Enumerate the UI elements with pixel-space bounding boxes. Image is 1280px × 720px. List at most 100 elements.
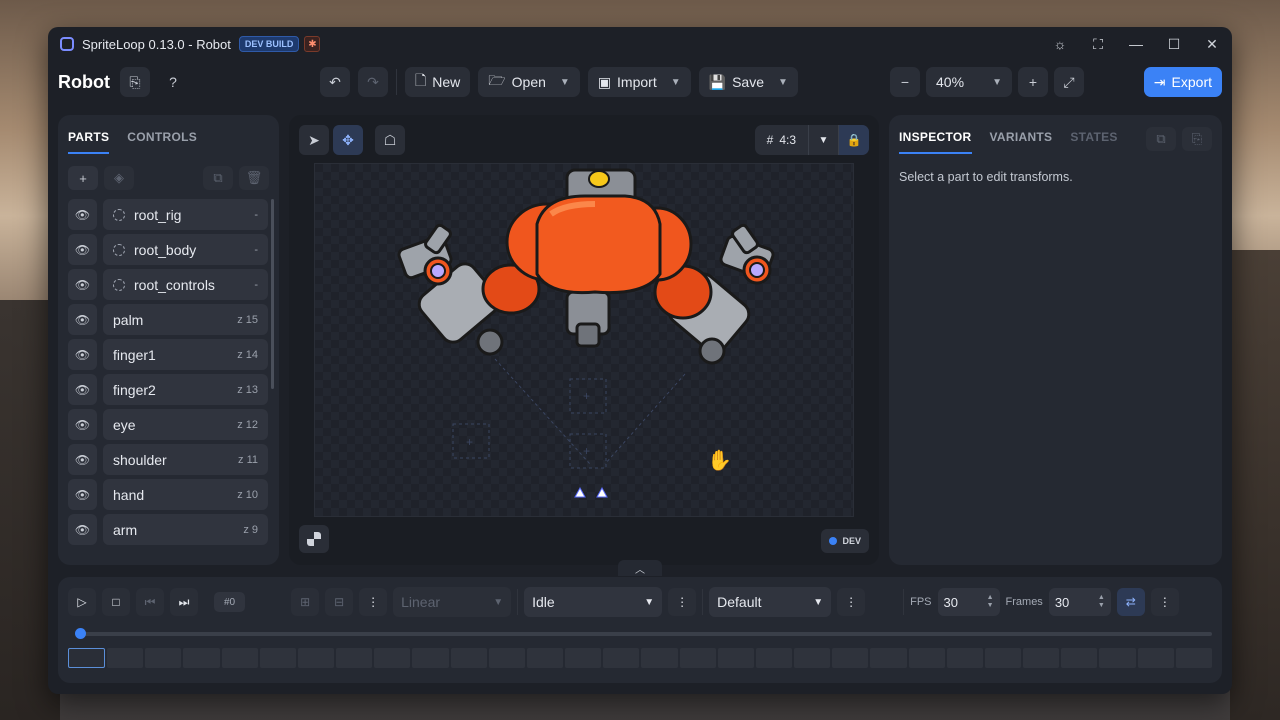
part-item[interactable]: arm z 9 [103, 514, 268, 545]
frame-cell[interactable] [374, 648, 411, 668]
fps-input[interactable]: 30 ▲ ▼ [937, 588, 1000, 616]
aspect-ratio-control[interactable]: #4:3 ▼ 🔒 [754, 125, 869, 155]
zoom-select[interactable]: 40% ▼ [926, 67, 1012, 97]
frame-cell[interactable] [488, 648, 525, 668]
timeline-menu-button[interactable]: ⋮ [1150, 588, 1179, 616]
visibility-toggle-button[interactable]: 👁 [68, 234, 97, 265]
visibility-toggle-button[interactable]: 👁 [68, 339, 97, 370]
part-item[interactable]: root_body - [103, 234, 268, 265]
lock-icon[interactable]: 🔒 [839, 125, 869, 155]
frame-cell[interactable] [145, 648, 182, 668]
close-button[interactable]: ✕ [1204, 36, 1220, 53]
checkerboard-toggle-button[interactable] [299, 525, 329, 553]
stepper-icon[interactable]: ▲ ▼ [1098, 594, 1105, 610]
collapse-timeline-button[interactable]: ︿ [618, 560, 662, 576]
part-item[interactable]: root_controls - [103, 269, 268, 300]
zoom-out-button[interactable]: − [890, 67, 920, 97]
import-button[interactable]: ▣ Import ▼ [587, 67, 691, 97]
theme-toggle-icon[interactable]: ☼ [1052, 36, 1068, 52]
visibility-toggle-button[interactable]: 👁 [68, 269, 97, 300]
chevron-down-icon[interactable]: ▼ [671, 77, 681, 88]
frame-cell[interactable] [717, 648, 754, 668]
minimize-button[interactable]: — [1128, 36, 1144, 52]
frame-cell[interactable] [107, 648, 144, 668]
next-frame-button[interactable]: ⏭ [170, 588, 198, 616]
rename-document-button[interactable]: ⎘ [119, 67, 150, 97]
frame-cell[interactable] [794, 648, 831, 668]
fullscreen-icon[interactable]: ⛶ [1090, 36, 1106, 53]
maximize-button[interactable]: ☐ [1166, 36, 1182, 53]
frame-cell[interactable] [450, 648, 487, 668]
copy-transform-button[interactable]: ⧉ [1146, 127, 1176, 151]
visibility-toggle-button[interactable]: 👁 [68, 514, 97, 545]
easing-select[interactable]: Linear ▼ [393, 587, 512, 617]
onion-skin-button[interactable]: ☖ [375, 125, 405, 155]
chevron-down-icon[interactable]: ▼ [560, 77, 570, 88]
visibility-toggle-button[interactable]: 👁 [68, 304, 97, 335]
stop-button[interactable]: □ [102, 588, 130, 616]
frame-cell[interactable] [1175, 648, 1212, 668]
paste-transform-button[interactable]: ⎘ [1182, 127, 1212, 151]
redo-button[interactable]: ↷ [358, 67, 388, 97]
open-button[interactable]: 🗁 Open ▼ [478, 67, 580, 97]
frame-cell[interactable] [679, 648, 716, 668]
tab-inspector[interactable]: INSPECTOR [899, 130, 972, 154]
frame-cell[interactable] [412, 648, 449, 668]
part-item[interactable]: hand z 10 [103, 479, 268, 510]
frame-cell[interactable] [908, 648, 945, 668]
tab-variants[interactable]: VARIANTS [990, 130, 1053, 154]
chevron-down-icon[interactable]: ▼ [778, 77, 788, 88]
frame-cell[interactable] [603, 648, 640, 668]
remove-keyframe-button[interactable]: ⊟ [325, 588, 354, 616]
frame-cell[interactable] [526, 648, 564, 668]
visibility-toggle-button[interactable]: 👁 [68, 479, 97, 510]
playhead-knob[interactable] [75, 628, 86, 639]
part-item[interactable]: finger1 z 14 [103, 339, 268, 370]
export-button[interactable]: ⇥ Export [1143, 67, 1222, 97]
parts-scrollbar[interactable] [271, 199, 274, 389]
frame-cell[interactable] [297, 648, 335, 668]
frame-cell[interactable] [1099, 648, 1136, 668]
canvas-stage[interactable]: + + + ✋ [314, 163, 854, 517]
keyframe-menu-button[interactable]: ⋮ [359, 588, 388, 616]
chevron-down-icon[interactable]: ▼ [809, 125, 839, 155]
fit-view-button[interactable]: ⤢ [1054, 67, 1084, 97]
playhead-slider[interactable] [75, 628, 1212, 639]
duplicate-part-button[interactable]: ⧉ [203, 166, 233, 190]
save-button[interactable]: 💾 Save ▼ [698, 67, 798, 97]
stepper-icon[interactable]: ▲ ▼ [987, 594, 994, 610]
select-tool-button[interactable]: ➤ [299, 125, 329, 155]
part-item[interactable]: finger2 z 13 [103, 374, 268, 405]
frame-cell[interactable] [641, 648, 678, 668]
frame-cell[interactable] [946, 648, 983, 668]
loop-toggle-button[interactable]: ⇄ [1116, 588, 1145, 616]
variant-menu-button[interactable]: ⋮ [837, 588, 866, 616]
visibility-toggle-button[interactable]: 👁 [68, 374, 97, 405]
part-item[interactable]: eye z 12 [103, 409, 268, 440]
animation-menu-button[interactable]: ⋮ [668, 588, 697, 616]
zoom-in-button[interactable]: + [1018, 67, 1048, 97]
tab-states[interactable]: STATES [1070, 130, 1117, 154]
frames-input[interactable]: 30 ▲ ▼ [1048, 588, 1111, 616]
tab-parts[interactable]: PARTS [68, 130, 110, 154]
frame-cell[interactable] [984, 648, 1022, 668]
part-item[interactable]: shoulder z 11 [103, 444, 268, 475]
frame-cell[interactable] [870, 648, 907, 668]
previous-frame-button[interactable]: ⏮ [136, 588, 164, 616]
add-keyframe-button[interactable]: ⊞ [291, 588, 320, 616]
undo-button[interactable]: ↶ [320, 67, 350, 97]
dev-indicator[interactable]: DEV [821, 529, 869, 553]
robot-sprite[interactable]: + + + [315, 164, 855, 518]
play-button[interactable]: ▷ [68, 588, 96, 616]
part-item[interactable]: palm z 15 [103, 304, 268, 335]
animation-select[interactable]: Idle ▼ [524, 587, 663, 617]
part-item[interactable]: root_rig - [103, 199, 268, 230]
frame-cell[interactable] [1023, 648, 1060, 668]
frame-cell[interactable] [221, 648, 258, 668]
frame-cell[interactable] [755, 648, 793, 668]
visibility-toggle-button[interactable]: 👁 [68, 409, 97, 440]
variant-select[interactable]: Default ▼ [709, 587, 832, 617]
tab-controls[interactable]: CONTROLS [127, 130, 197, 154]
frame-cell[interactable] [565, 648, 602, 668]
visibility-toggle-button[interactable]: 👁 [68, 444, 97, 475]
